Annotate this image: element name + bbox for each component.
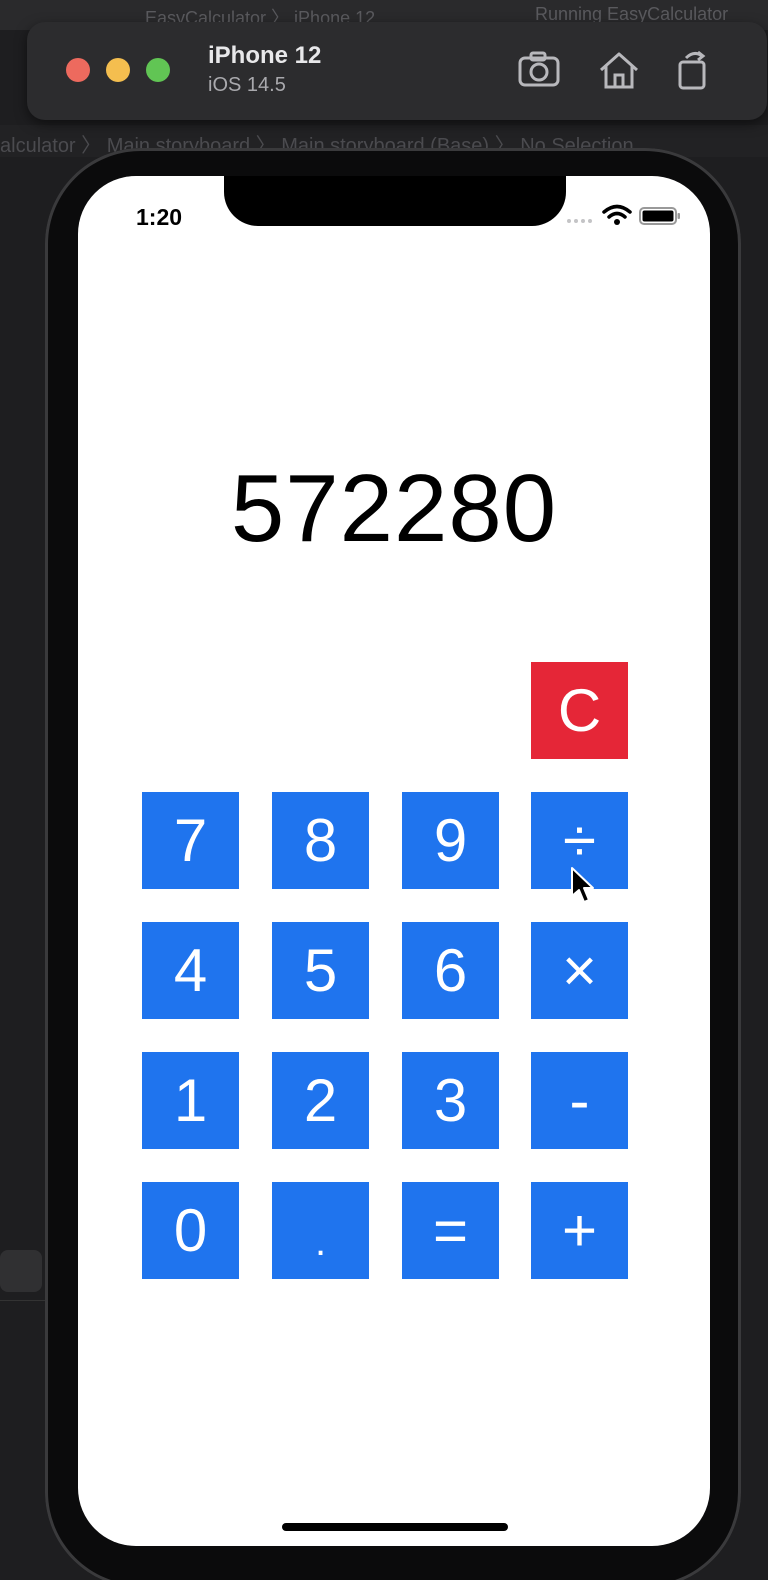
battery-icon (639, 206, 681, 226)
zoom-window-button[interactable] (146, 58, 170, 82)
os-version: iOS 14.5 (208, 74, 286, 96)
digit-7-button[interactable]: 7 (142, 792, 239, 889)
multiply-button[interactable]: × (531, 922, 628, 1019)
subtract-button[interactable]: - (531, 1052, 628, 1149)
home-icon[interactable] (597, 50, 641, 90)
rotate-icon[interactable] (672, 50, 716, 90)
close-window-button[interactable] (66, 58, 90, 82)
phone-notch (224, 176, 566, 226)
xcode-divider (0, 1300, 50, 1361)
calculator-display: 572280 (230, 455, 558, 562)
simulator-toolbar: iPhone 12 iOS 14.5 (27, 22, 767, 120)
digit-5-button[interactable]: 5 (272, 922, 369, 1019)
device-name: iPhone 12 (208, 42, 322, 69)
wifi-icon (602, 204, 632, 226)
digit-1-button[interactable]: 1 (142, 1052, 239, 1149)
status-time: 1:20 (136, 204, 183, 230)
digit-2-button[interactable]: 2 (272, 1052, 369, 1149)
digit-0-button[interactable]: 0 (142, 1182, 239, 1279)
digit-4-button[interactable]: 4 (142, 922, 239, 1019)
digit-9-button[interactable]: 9 (402, 792, 499, 889)
digit-3-button[interactable]: 3 (402, 1052, 499, 1149)
decimal-point-button[interactable]: . (272, 1182, 369, 1279)
desktop: EasyCalculator 〉 iPhone 12 Running EasyC… (0, 0, 768, 1580)
minimize-window-button[interactable] (106, 58, 130, 82)
camera-screenshot-icon[interactable] (517, 50, 561, 90)
equals-button[interactable]: = (402, 1182, 499, 1279)
digit-6-button[interactable]: 6 (402, 922, 499, 1019)
cellular-signal-icon (566, 211, 596, 225)
home-indicator[interactable] (282, 1523, 508, 1531)
xcode-panel-button[interactable] (0, 1250, 42, 1292)
mouse-pointer-icon (570, 866, 598, 906)
add-button[interactable]: + (531, 1182, 628, 1279)
phone-screen: 1:20 572280 C 7 8 9 ÷ 4 5 6 × 1 2 3 - 0 … (78, 176, 710, 1546)
digit-8-button[interactable]: 8 (272, 792, 369, 889)
decimal-point-label: . (314, 1220, 327, 1264)
clear-button[interactable]: C (531, 662, 628, 759)
